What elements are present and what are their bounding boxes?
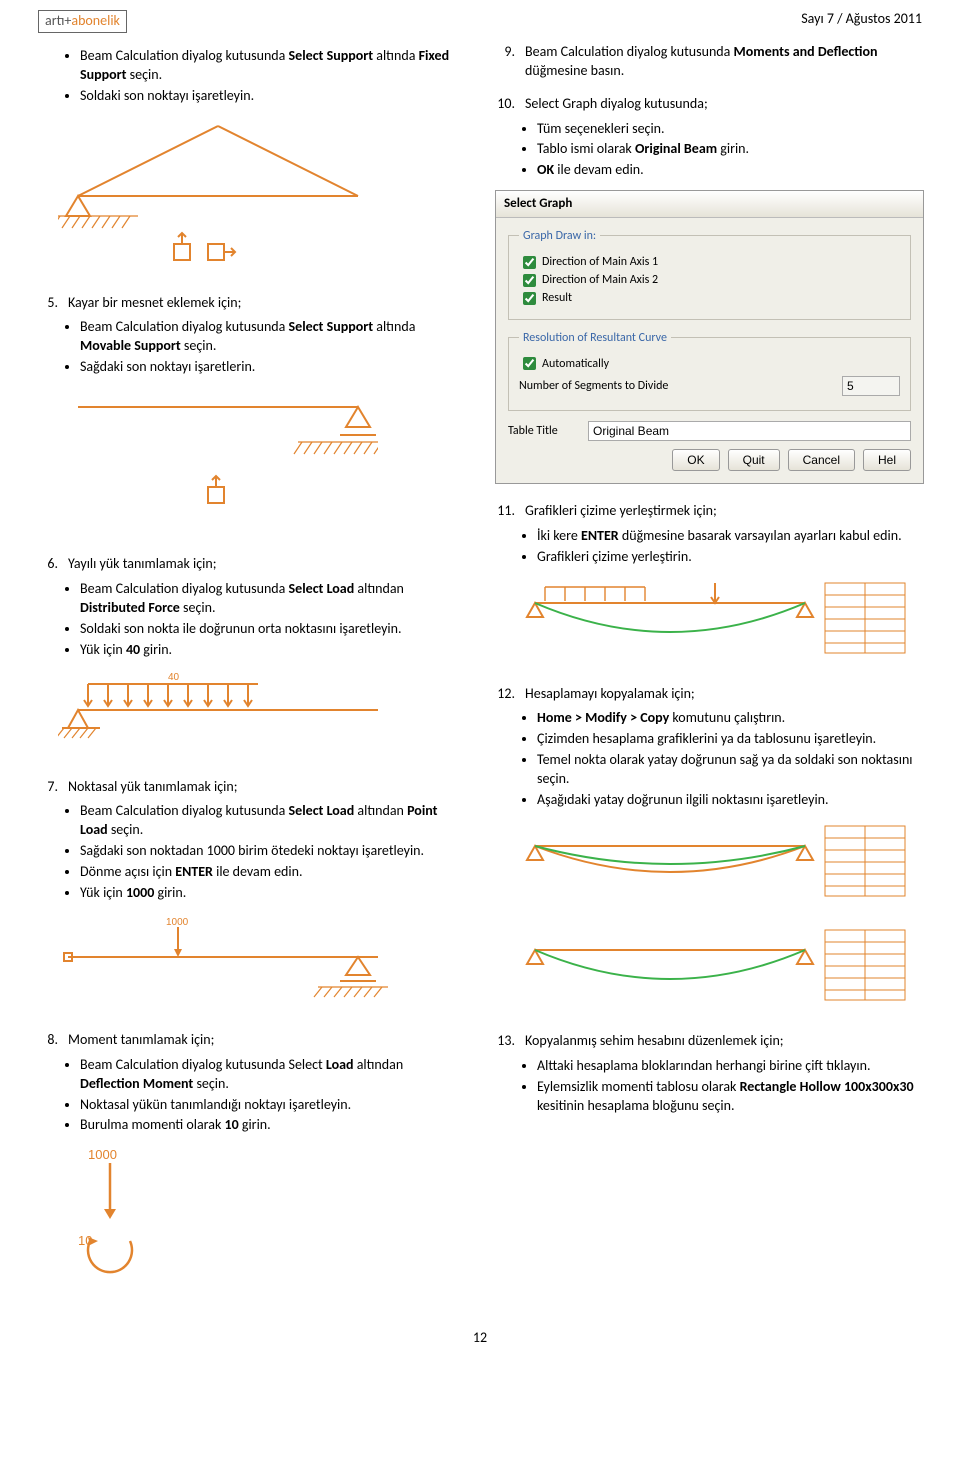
chk-automatically[interactable]: Automatically bbox=[519, 356, 900, 372]
resolution-legend: Resolution of Resultant Curve bbox=[519, 330, 671, 346]
step-9: 9.Beam Calculation diyalog kutusunda Mom… bbox=[495, 43, 922, 81]
segments-label: Number of Segments to Divide bbox=[519, 378, 834, 394]
point-load-figure: 1000 bbox=[58, 913, 465, 1013]
step-10: 10.Select Graph diyalog kutusunda; Tüm s… bbox=[495, 95, 922, 484]
step-8: 8.Moment tanımlamak için; Beam Calculati… bbox=[38, 1031, 465, 1295]
cancel-button[interactable]: Cancel bbox=[788, 449, 855, 471]
step-13: 13.Kopyalanmış sehim hesabını düzenlemek… bbox=[495, 1032, 922, 1116]
graph-placed-figure bbox=[515, 577, 922, 667]
table-title-input[interactable] bbox=[588, 421, 911, 441]
segments-input[interactable] bbox=[842, 376, 900, 396]
distributed-load-figure: 40 bbox=[58, 670, 465, 760]
moment-figure: 1000 10 bbox=[58, 1145, 465, 1295]
step-4-sub: Beam Calculation diyalog kutusunda Selec… bbox=[80, 47, 465, 106]
brand-logo: artı+abonelik bbox=[38, 10, 127, 33]
table-title-label: Table Title bbox=[508, 423, 580, 439]
svg-text:40: 40 bbox=[168, 672, 180, 683]
svg-text:1000: 1000 bbox=[166, 917, 189, 928]
graph-draw-legend: Graph Draw in: bbox=[519, 228, 600, 244]
ok-button[interactable]: OK bbox=[672, 449, 719, 471]
moment-load-label: 1000 bbox=[88, 1147, 117, 1162]
chk-result[interactable]: Result bbox=[519, 290, 900, 306]
chk-main-axis-2[interactable]: Direction of Main Axis 2 bbox=[519, 272, 900, 288]
moment-value-label: 10 bbox=[78, 1233, 92, 1248]
second-copy-figure bbox=[515, 924, 922, 1014]
step-6: 6.Yayılı yük tanımlamak için; Beam Calcu… bbox=[38, 555, 465, 759]
copy-result-figure bbox=[515, 820, 922, 910]
fixed-support-figure bbox=[58, 116, 465, 276]
step-5: 5.Kayar bir mesnet eklemek için; Beam Ca… bbox=[38, 294, 465, 538]
dialog-title: Select Graph bbox=[496, 191, 923, 218]
step-7: 7.Noktasal yük tanımlamak için; Beam Cal… bbox=[38, 778, 465, 1013]
page-number: 12 bbox=[38, 1329, 922, 1348]
issue-label: Sayı 7 / Ağustos 2011 bbox=[801, 10, 922, 29]
help-button[interactable]: Hel bbox=[863, 449, 911, 471]
step-12: 12.Hesaplamayı kopyalamak için; Home > M… bbox=[495, 685, 922, 1014]
movable-support-figure bbox=[58, 387, 465, 537]
quit-button[interactable]: Quit bbox=[728, 449, 780, 471]
select-graph-dialog: Select Graph Graph Draw in: Direction of… bbox=[495, 190, 924, 484]
step-11: 11.Grafikleri çizime yerleştirmek için; … bbox=[495, 502, 922, 667]
chk-main-axis-1[interactable]: Direction of Main Axis 1 bbox=[519, 254, 900, 270]
